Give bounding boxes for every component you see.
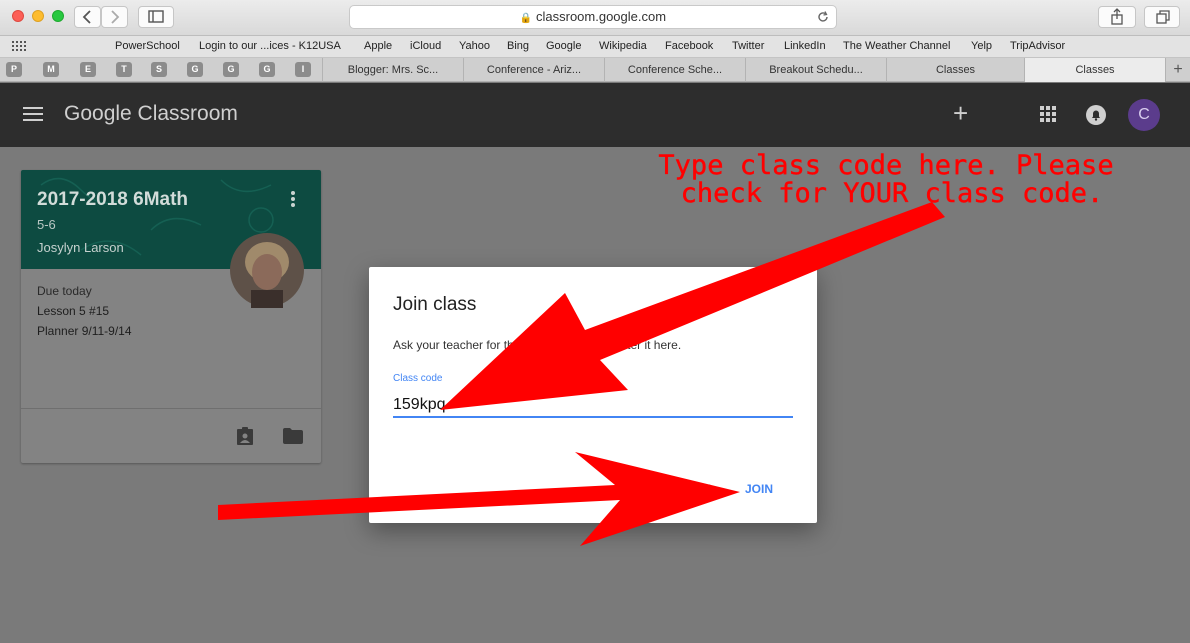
teacher-avatar [230, 233, 304, 308]
reload-icon[interactable] [816, 10, 830, 24]
browser-tab[interactable]: Blogger: Mrs. Sc... [322, 58, 463, 82]
tab-overview-button[interactable] [1144, 6, 1180, 28]
minimize-window-button[interactable] [32, 10, 44, 22]
address-bar[interactable]: 🔒 classroom.google.com [349, 5, 837, 29]
forward-button[interactable] [101, 6, 128, 28]
class-title[interactable]: 2017-2018 6Math [37, 189, 188, 211]
new-tab-button[interactable]: + [1165, 58, 1190, 82]
class-card[interactable]: 2017-2018 6Math 5-6 Josylyn Larson Due t… [21, 170, 321, 463]
pinned-tab[interactable]: P [6, 62, 22, 77]
annotation-line-1: Type class code here. Please [658, 150, 1113, 181]
due-item[interactable]: Lesson 5 #15 [37, 304, 109, 318]
browser-toolbar: 🔒 classroom.google.com [0, 0, 1190, 36]
bookmark-item[interactable]: Login to our ...ices - K12USA [199, 40, 341, 52]
browser-tab[interactable]: Breakout Schedu... [745, 58, 886, 82]
bookmark-item[interactable]: Google [546, 40, 581, 52]
app-title[interactable]: Google Classroom [64, 102, 238, 126]
apps-grid-icon[interactable] [12, 41, 28, 53]
chevron-left-icon [82, 10, 91, 24]
pinned-tab[interactable]: G [223, 62, 239, 77]
app-header: Google Classroom + C [0, 83, 1190, 147]
bookmark-item[interactable]: TripAdvisor [1010, 40, 1065, 52]
due-item[interactable]: Planner 9/11-9/14 [37, 324, 132, 338]
pinned-tab[interactable]: G [187, 62, 203, 77]
join-button[interactable]: JOIN [745, 482, 773, 496]
class-section: 5-6 [37, 217, 56, 232]
bookmark-item[interactable]: Yahoo [459, 40, 490, 52]
class-code-value: 159kpq [393, 396, 446, 413]
close-window-button[interactable] [12, 10, 24, 22]
bookmark-item[interactable]: Twitter [732, 40, 764, 52]
dialog-title: Join class [393, 294, 477, 315]
sidebar-button[interactable] [138, 6, 174, 28]
annotation-line-2: check for YOUR class code. [681, 178, 1104, 209]
bookmarks-bar: PowerSchool Login to our ...ices - K12US… [0, 36, 1190, 58]
join-class-dialog: Join class Ask your teacher for the clas… [369, 267, 817, 523]
browser-tab[interactable]: Conference - Ariz... [463, 58, 604, 82]
tab-bar: P M E T S G G G I Blogger: Mrs. Sc... Co… [0, 58, 1190, 82]
account-avatar[interactable]: C [1128, 99, 1160, 131]
teacher-name: Josylyn Larson [37, 240, 124, 255]
bookmark-item[interactable]: LinkedIn [784, 40, 826, 52]
address-text: classroom.google.com [536, 9, 667, 24]
chevron-right-icon [111, 10, 120, 24]
share-icon [1111, 8, 1123, 25]
class-code-label: Class code [393, 373, 443, 384]
menu-icon[interactable] [23, 106, 43, 122]
class-code-input[interactable]: 159kpq [393, 388, 793, 418]
lock-icon: 🔒 [519, 13, 533, 24]
add-class-button[interactable]: + [953, 97, 968, 129]
back-button[interactable] [74, 6, 101, 28]
browser-tab[interactable]: Classes [886, 58, 1024, 82]
notifications-icon[interactable] [1086, 105, 1106, 125]
pinned-tab[interactable]: G [259, 62, 275, 77]
folder-icon[interactable] [282, 427, 304, 445]
pinned-tab[interactable]: E [80, 62, 96, 77]
apps-icon[interactable] [1040, 106, 1057, 123]
pinned-tab[interactable]: M [43, 62, 59, 77]
pinned-tab[interactable]: T [116, 62, 132, 77]
share-button[interactable] [1098, 6, 1136, 28]
bookmark-item[interactable]: Yelp [971, 40, 992, 52]
card-divider [21, 408, 321, 409]
zoom-window-button[interactable] [52, 10, 64, 22]
browser-tab[interactable]: Conference Sche... [604, 58, 745, 82]
bookmark-item[interactable]: Apple [364, 40, 392, 52]
due-heading: Due today [37, 284, 92, 298]
bookmark-item[interactable]: iCloud [410, 40, 441, 52]
bookmark-item[interactable]: Wikipedia [599, 40, 647, 52]
pinned-tab[interactable]: I [295, 62, 311, 77]
bookmark-item[interactable]: The Weather Channel [843, 40, 950, 52]
more-vert-icon[interactable] [289, 190, 297, 208]
tabs-icon [1156, 10, 1170, 24]
pinned-tab[interactable]: S [151, 62, 167, 77]
sidebar-icon [148, 10, 164, 23]
bookmark-item[interactable]: PowerSchool [115, 40, 180, 52]
bookmark-item[interactable]: Facebook [665, 40, 713, 52]
browser-tab-active[interactable]: Classes [1024, 58, 1165, 82]
bookmark-item[interactable]: Bing [507, 40, 529, 52]
cancel-button[interactable]: CANCEL [665, 482, 715, 496]
assignments-icon[interactable] [235, 426, 255, 446]
dialog-instructions: Ask your teacher for the class code, the… [393, 338, 682, 352]
